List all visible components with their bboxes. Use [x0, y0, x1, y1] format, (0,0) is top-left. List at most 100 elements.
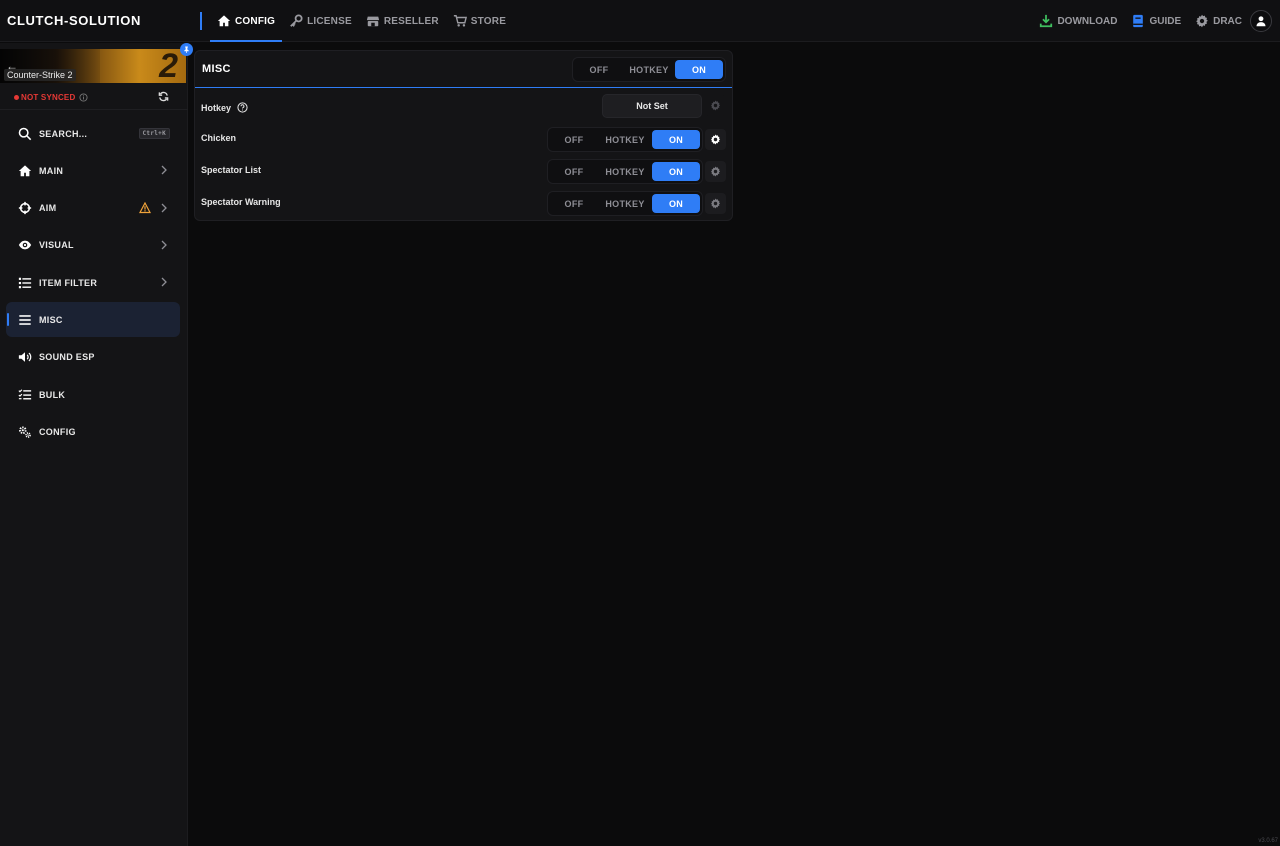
user-settings-link[interactable]: DRAC: [1195, 14, 1242, 28]
sidebar-item-misc[interactable]: MISC: [6, 302, 180, 338]
toggle-on[interactable]: ON: [652, 162, 700, 181]
guide-link[interactable]: GUIDE: [1131, 14, 1181, 28]
setting-label: Chicken: [201, 133, 237, 143]
toggle-off[interactable]: OFF: [550, 162, 598, 181]
nav-tab-label: RESELLER: [383, 15, 439, 27]
gear-icon: [710, 100, 721, 111]
spectator-warning-toggle: OFF HOTKEY ON: [547, 191, 703, 216]
setting-label: Spectator List: [201, 165, 262, 175]
sidebar-item-aim[interactable]: AIM: [6, 191, 180, 226]
key-icon: [290, 14, 303, 27]
gear-icon: [1196, 14, 1208, 28]
toggle-off[interactable]: OFF: [550, 194, 598, 213]
menu-icon: [17, 312, 33, 328]
crosshair-icon: [17, 200, 33, 216]
eye-icon: [17, 237, 33, 253]
speaker-icon: [17, 349, 33, 365]
spectator-warning-settings-button[interactable]: [705, 193, 726, 214]
game-title: Counter-Strike 2: [4, 69, 76, 81]
avatar[interactable]: [1250, 10, 1272, 32]
top-bar: CLUTCH-SOLUTION CONFIG LICENSE RESELLER …: [0, 0, 1280, 42]
nav-tab-label: CONFIG: [235, 15, 276, 27]
list-icon: [17, 275, 33, 291]
hotkey-bind-button[interactable]: Not Set: [602, 94, 702, 118]
sidebar-item-config[interactable]: CONFIG: [6, 414, 180, 449]
sidebar-item-label: SOUND ESP: [39, 352, 95, 363]
game-banner[interactable]: 2 ← Counter-Strike 2: [0, 49, 186, 83]
sidebar-item-label: CONFIG: [39, 426, 76, 437]
toggle-hotkey[interactable]: HOTKEY: [598, 130, 652, 149]
user-icon: [1256, 16, 1266, 27]
hotkey-label-group: Hotkey: [201, 102, 248, 113]
nav-tab-license[interactable]: LICENSE: [282, 0, 359, 42]
home-icon: [217, 15, 231, 27]
hotkey-settings-button[interactable]: [705, 95, 726, 116]
nav-tab-config[interactable]: CONFIG: [210, 0, 283, 42]
toggle-off[interactable]: OFF: [575, 60, 623, 79]
setting-row-spectator-warning: Spectator Warning OFF HOTKEY ON: [195, 189, 732, 217]
sidebar-item-label: MISC: [39, 314, 63, 325]
info-icon[interactable]: [79, 92, 89, 102]
search-icon: [17, 126, 33, 142]
toggle-hotkey[interactable]: HOTKEY: [623, 60, 675, 79]
search-label: SEARCH...: [39, 128, 88, 139]
sidebar-item-label: VISUAL: [39, 240, 74, 251]
chevron-right-icon: [161, 277, 167, 287]
checklist-icon: [17, 387, 33, 403]
toggle-on[interactable]: ON: [652, 194, 700, 213]
nav-tab-reseller[interactable]: RESELLER: [359, 0, 446, 42]
sidebar-item-sound-esp[interactable]: SOUND ESP: [6, 340, 180, 375]
chicken-toggle: OFF HOTKEY ON: [547, 127, 703, 152]
chevron-right-icon: [161, 165, 167, 175]
home-icon: [17, 163, 33, 179]
search-shortcut: Ctrl+K: [138, 128, 170, 139]
toggle-on[interactable]: ON: [652, 130, 700, 149]
pin-icon: [184, 46, 189, 53]
chevron-right-icon: [161, 203, 167, 213]
panel-header: MISC OFF HOTKEY ON: [195, 51, 732, 88]
top-nav: CONFIG LICENSE RESELLER STORE: [210, 0, 513, 42]
toggle-on[interactable]: ON: [675, 60, 723, 79]
sidebar-item-label: MAIN: [39, 165, 64, 176]
spectator-list-settings-button[interactable]: [705, 161, 726, 182]
sidebar-item-item-filter[interactable]: ITEM FILTER: [6, 265, 180, 300]
nav-divider: [200, 12, 202, 30]
book-icon: [1133, 14, 1144, 28]
warning-icon: [139, 201, 151, 213]
sync-status: NOT SYNCED: [14, 91, 174, 103]
panel-title: MISC: [202, 63, 231, 75]
sidebar-item-label: AIM: [39, 203, 57, 214]
sync-text: NOT SYNCED: [21, 92, 76, 102]
toggle-off[interactable]: OFF: [550, 130, 598, 149]
help-icon[interactable]: [237, 102, 248, 113]
chicken-settings-button[interactable]: [705, 129, 726, 150]
download-link[interactable]: DOWNLOAD: [1039, 14, 1117, 28]
sidebar-item-main[interactable]: MAIN: [6, 153, 180, 188]
pin-button[interactable]: [180, 43, 193, 56]
sidebar-item-visual[interactable]: VISUAL: [6, 228, 180, 263]
misc-master-toggle: OFF HOTKEY ON: [572, 57, 726, 82]
setting-label: Spectator Warning: [201, 197, 281, 207]
version-label: v3.0.67: [1258, 838, 1278, 844]
sidebar-search[interactable]: SEARCH... Ctrl+K: [6, 116, 180, 151]
download-icon: [1040, 14, 1053, 28]
gear-icon: [710, 198, 721, 209]
guide-label: GUIDE: [1149, 15, 1182, 27]
download-label: DOWNLOAD: [1057, 15, 1118, 27]
cs2-logo-art: 2: [159, 49, 178, 83]
gears-icon: [17, 424, 33, 440]
toggle-hotkey[interactable]: HOTKEY: [598, 194, 652, 213]
sidebar-divider: [0, 109, 188, 110]
sidebar: 2 ← Counter-Strike 2 NOT SYNCED SEARCH..…: [0, 43, 193, 846]
refresh-icon[interactable]: [158, 91, 169, 102]
nav-tab-label: STORE: [470, 15, 507, 27]
nav-tab-label: LICENSE: [307, 15, 352, 27]
setting-row-chicken: Chicken OFF HOTKEY ON: [195, 125, 732, 153]
brand-logo: CLUTCH-SOLUTION: [7, 13, 141, 28]
toggle-hotkey[interactable]: HOTKEY: [598, 162, 652, 181]
nav-tab-store[interactable]: STORE: [446, 0, 513, 42]
sidebar-item-bulk[interactable]: BULK: [6, 377, 180, 412]
spectator-list-toggle: OFF HOTKEY ON: [547, 159, 703, 184]
hotkey-row: Hotkey Not Set: [195, 94, 732, 122]
gear-icon: [710, 166, 721, 177]
